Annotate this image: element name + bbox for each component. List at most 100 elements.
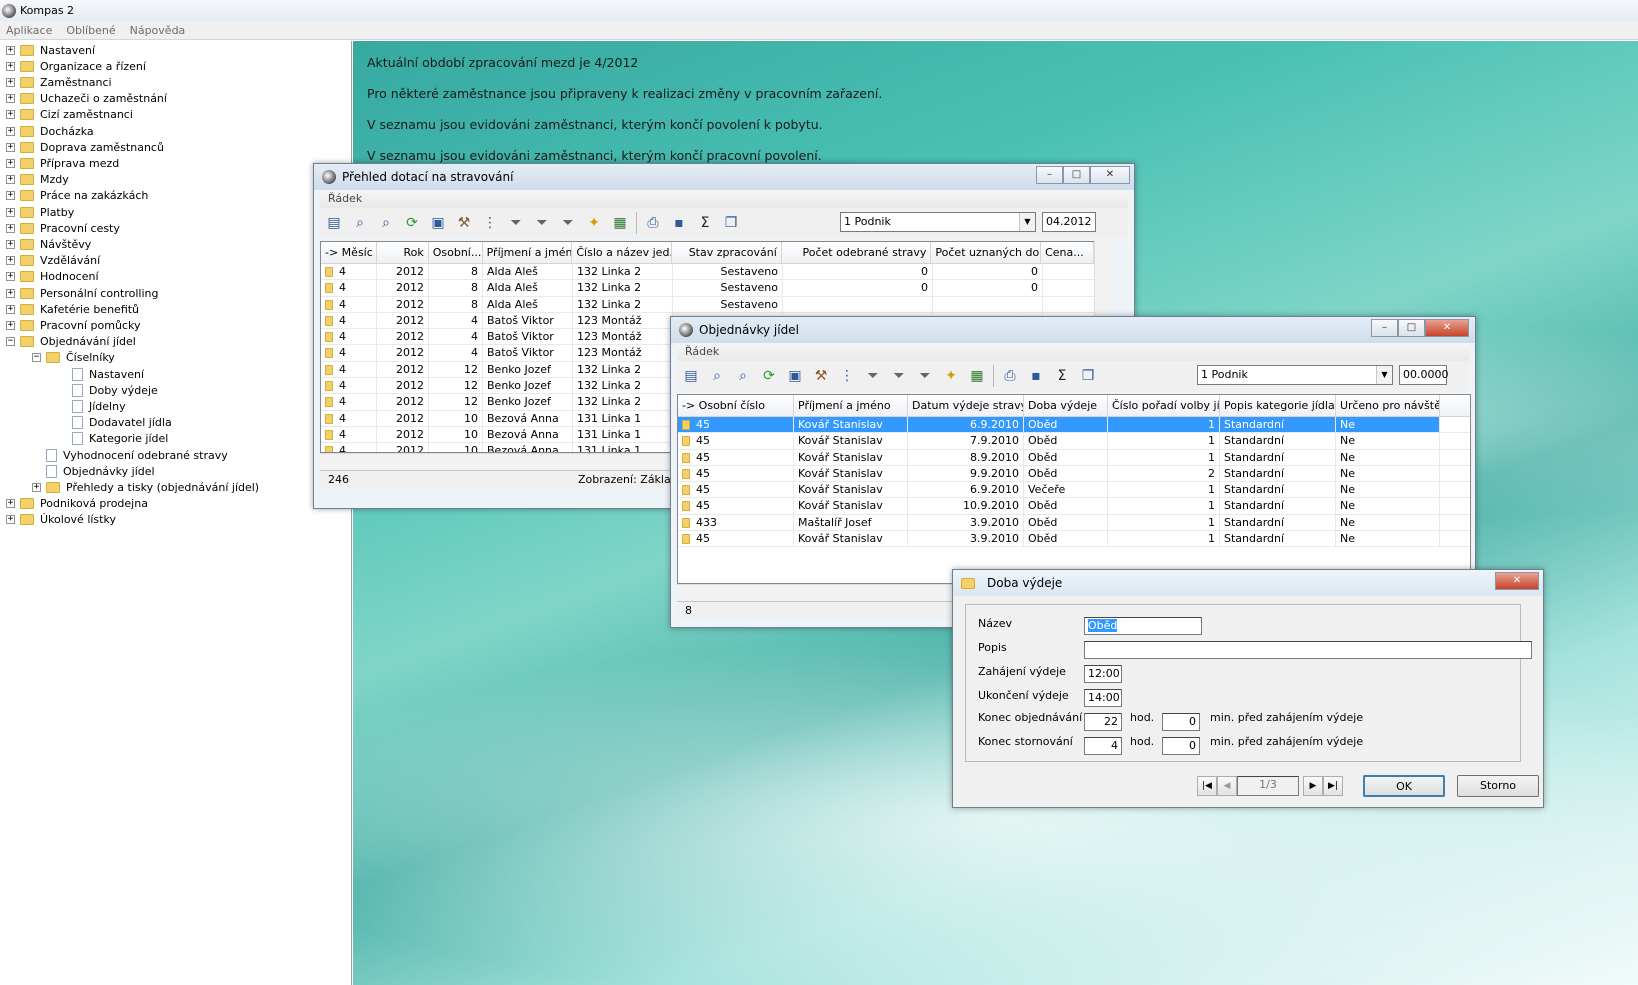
minimize-button[interactable]: – bbox=[1371, 319, 1398, 337]
tree-item[interactable]: + Podniková prodejna bbox=[6, 496, 148, 512]
save-icon[interactable]: ▪ bbox=[1026, 366, 1046, 386]
column-header[interactable]: Počet uznaných do... bbox=[931, 242, 1042, 263]
tree-item[interactable]: + Cizí zaměstnanci bbox=[6, 107, 133, 123]
find-icon[interactable]: ⌕ bbox=[376, 213, 396, 233]
tree-item[interactable]: + Platby bbox=[6, 204, 74, 220]
expand-icon[interactable]: + bbox=[6, 499, 15, 509]
zoom-icon[interactable]: ▣ bbox=[785, 366, 805, 386]
expand-icon[interactable]: + bbox=[6, 175, 15, 185]
zahajeni-input[interactable]: 12:00 bbox=[1084, 665, 1122, 683]
tree-item[interactable]: + Organizace a řízení bbox=[6, 58, 146, 74]
filter-clear-icon[interactable]: ⏷ bbox=[532, 213, 552, 233]
expand-icon[interactable]: + bbox=[6, 142, 15, 152]
table-row[interactable]: 4 2012 8 Alda Aleš 132 Linka 2 Sestaveno 0 0 bbox=[321, 264, 1094, 281]
table-row[interactable]: 45 Kovář Stanislav 6.9.2010 Oběd 1 Standardní… bbox=[678, 417, 1470, 434]
tree-item[interactable]: + Personální controlling bbox=[6, 285, 158, 301]
columns-icon[interactable]: ⋮ bbox=[837, 366, 857, 386]
tree-item[interactable]: + Vzdělávání bbox=[6, 253, 100, 269]
column-header[interactable]: Cena... bbox=[1041, 242, 1094, 263]
expand-icon[interactable]: + bbox=[6, 239, 15, 249]
column-header[interactable]: Rok bbox=[377, 242, 429, 263]
table-row[interactable]: 45 Kovář Stanislav 8.9.2010 Oběd 1 Standardní… bbox=[678, 449, 1470, 466]
table-row[interactable]: 45 Kovář Stanislav 10.9.2010 Oběd 1 Standardn… bbox=[678, 498, 1470, 515]
tree-item[interactable]: Kategorie jídel bbox=[58, 431, 168, 447]
close-button[interactable]: ✕ bbox=[1425, 319, 1469, 337]
expand-icon[interactable]: + bbox=[6, 515, 15, 525]
column-header[interactable]: Osobní... bbox=[429, 242, 483, 263]
tree-item[interactable]: + Hodnocení bbox=[6, 269, 99, 285]
column-header[interactable]: Datum výdeje stravy bbox=[908, 395, 1024, 416]
magic-wand-icon[interactable]: ✦ bbox=[941, 366, 961, 386]
sum-icon[interactable]: Σ bbox=[1052, 366, 1072, 386]
expand-icon[interactable]: + bbox=[32, 482, 41, 492]
tree-item[interactable]: + Mzdy bbox=[6, 172, 69, 188]
columns-icon[interactable]: ⋮ bbox=[480, 213, 500, 233]
period-field[interactable]: 00.0000 bbox=[1399, 365, 1449, 385]
konec-stornovani-hod-input[interactable]: 4 bbox=[1084, 737, 1122, 755]
column-header[interactable]: Číslo pořadí volby jídla bbox=[1108, 395, 1220, 416]
konec-stornovani-min-input[interactable]: 0 bbox=[1162, 737, 1200, 755]
refresh-icon[interactable]: ⟳ bbox=[402, 213, 422, 233]
tree-item[interactable]: + Uchazeči o zaměstnání bbox=[6, 91, 167, 107]
column-header[interactable]: Číslo a název jed... bbox=[572, 242, 673, 263]
expand-icon[interactable]: + bbox=[6, 126, 15, 136]
maximize-button[interactable]: □ bbox=[1398, 319, 1425, 337]
last-record-button[interactable]: ▶| bbox=[1323, 776, 1343, 796]
tree-item[interactable]: + Doprava zaměstnanců bbox=[6, 139, 164, 155]
menu-radek[interactable]: Řádek bbox=[320, 190, 1128, 208]
expand-icon[interactable]: + bbox=[6, 110, 15, 120]
tree-item[interactable]: Doby výdeje bbox=[58, 382, 158, 398]
expand-icon[interactable]: + bbox=[6, 94, 15, 104]
hammer-icon[interactable]: ⚒ bbox=[811, 366, 831, 386]
konec-objednavani-hod-input[interactable]: 22 bbox=[1084, 713, 1122, 731]
collapse-icon[interactable]: − bbox=[6, 337, 15, 347]
window-icon[interactable]: ❐ bbox=[721, 213, 741, 233]
hammer-icon[interactable]: ⚒ bbox=[454, 213, 474, 233]
tree-item[interactable]: + Pracovní cesty bbox=[6, 220, 120, 236]
print-icon[interactable]: ⎙ bbox=[1000, 366, 1020, 386]
tree-item[interactable]: + Nastavení bbox=[6, 42, 95, 58]
preview-icon[interactable]: ⌕ bbox=[350, 213, 370, 233]
zoom-icon[interactable]: ▣ bbox=[428, 213, 448, 233]
tree-item[interactable]: + Příprava mezd bbox=[6, 155, 119, 171]
print-icon[interactable]: ⎙ bbox=[643, 213, 663, 233]
column-header[interactable]: Příjmení a jméno bbox=[794, 395, 908, 416]
expand-icon[interactable]: + bbox=[6, 320, 15, 330]
tree-item[interactable]: − Objednávání jídel bbox=[6, 334, 136, 350]
tree-item[interactable]: + Kafetérie benefitů bbox=[6, 301, 139, 317]
column-header[interactable]: Popis kategorie jídla bbox=[1220, 395, 1336, 416]
company-combo[interactable]: 1 Podnik ▼ bbox=[840, 212, 1036, 232]
expand-icon[interactable]: + bbox=[6, 272, 15, 282]
tree-item[interactable]: Dodavatel jídla bbox=[58, 415, 172, 431]
tree-item[interactable]: + Práce na zakázkách bbox=[6, 188, 148, 204]
prev-record-button[interactable]: ◀ bbox=[1217, 776, 1237, 796]
expand-icon[interactable]: + bbox=[6, 256, 15, 266]
column-header[interactable]: Určeno pro návštěvu bbox=[1336, 395, 1440, 416]
filter-icon[interactable]: ⏷ bbox=[863, 366, 883, 386]
popis-input[interactable] bbox=[1084, 641, 1532, 659]
film-icon[interactable]: ▤ bbox=[324, 213, 344, 233]
tree-item[interactable]: + Úkolové lístky bbox=[6, 512, 116, 528]
table-row[interactable]: 45 Kovář Stanislav 9.9.2010 Oběd 2 Standardní… bbox=[678, 465, 1470, 483]
table-row[interactable]: 45 Kovář Stanislav 3.9.2010 Oběd 1 Standardní… bbox=[678, 531, 1470, 548]
tree-item[interactable]: + Docházka bbox=[6, 123, 94, 139]
expand-icon[interactable]: + bbox=[6, 207, 15, 217]
company-combo[interactable]: 1 Podnik ▼ bbox=[1197, 365, 1393, 385]
expand-icon[interactable]: + bbox=[6, 77, 15, 87]
window-icon[interactable]: ❐ bbox=[1078, 366, 1098, 386]
expand-icon[interactable]: + bbox=[6, 158, 15, 168]
konec-objednavani-min-input[interactable]: 0 bbox=[1162, 713, 1200, 731]
menu-radek[interactable]: Řádek bbox=[677, 343, 1469, 361]
table-row[interactable]: 4 2012 8 Alda Aleš 132 Linka 2 Sestaveno 0 0 bbox=[321, 280, 1094, 297]
magic-wand-icon[interactable]: ✦ bbox=[584, 213, 604, 233]
table-row[interactable]: 45 Kovář Stanislav 6.9.2010 Večeře 1 Standard… bbox=[678, 482, 1470, 499]
table-row[interactable]: 4 2012 8 Alda Aleš 132 Linka 2 Sestaveno bbox=[321, 296, 1094, 313]
filter-edit-icon[interactable]: ⏷ bbox=[915, 366, 935, 386]
ukonceni-input[interactable]: 14:00 bbox=[1084, 689, 1122, 707]
minimize-button[interactable]: – bbox=[1036, 166, 1063, 184]
expand-icon[interactable]: + bbox=[6, 191, 15, 201]
next-record-button[interactable]: ▶ bbox=[1303, 776, 1323, 796]
expand-icon[interactable]: + bbox=[6, 45, 15, 55]
menu-aplikace[interactable]: Aplikace bbox=[6, 24, 52, 37]
table-row[interactable]: 45 Kovář Stanislav 7.9.2010 Oběd 1 Standardní… bbox=[678, 433, 1470, 450]
